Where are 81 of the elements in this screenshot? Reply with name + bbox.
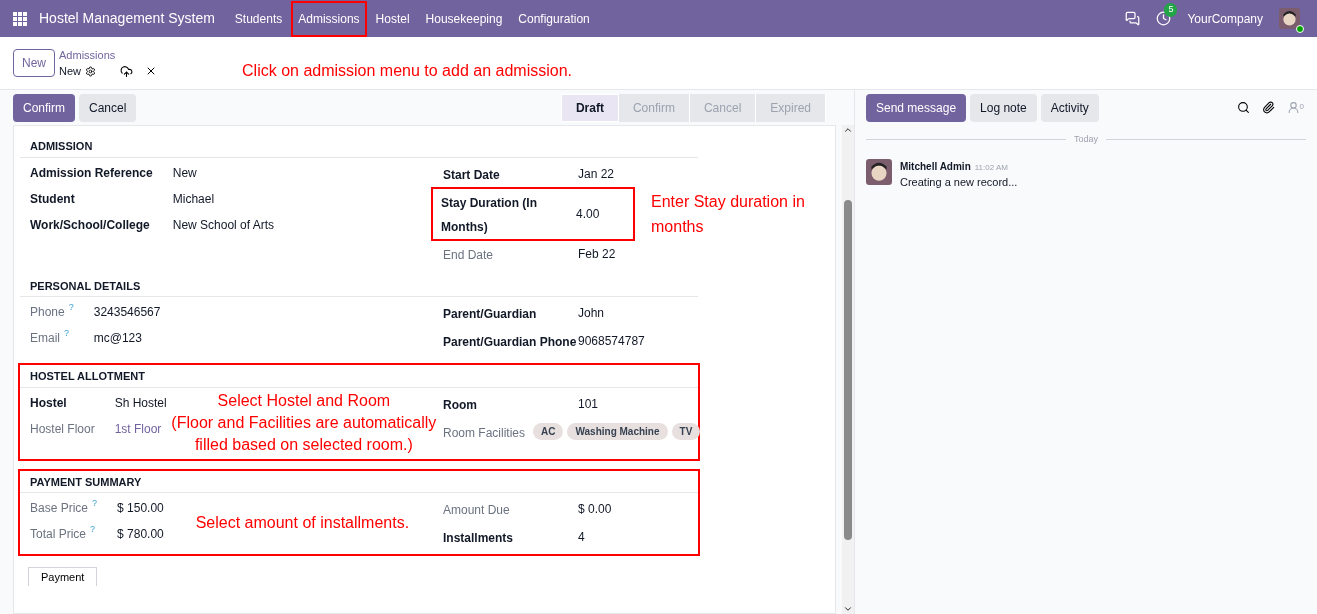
date-separator: Today <box>1073 133 1099 146</box>
author-avatar <box>866 158 892 185</box>
field-label: Parent/Guardian Phone <box>443 335 577 349</box>
company-name[interactable]: YourCompany <box>1187 9 1263 28</box>
field-label: Base Price <box>30 500 89 517</box>
chatter-button[interactable]: Log note <box>970 93 1037 122</box>
settings-icon[interactable] <box>85 65 97 77</box>
field-label: Total Price <box>30 526 87 543</box>
field-value[interactable]: 1st Floor <box>114 419 162 438</box>
field-value[interactable]: Feb 22 <box>578 244 616 263</box>
annotation-text: Select Hostel and Room (Floor and Facilities are automatically filled based on selected room.) <box>171 390 437 455</box>
menu-item[interactable]: Housekeeping <box>418 0 510 37</box>
section-title: PERSONAL DETAILS <box>20 277 698 297</box>
menu-item[interactable]: Admissions <box>291 0 367 37</box>
action-button[interactable]: Confirm <box>13 93 75 122</box>
field-value[interactable]: New <box>172 163 197 182</box>
section-title: ADMISSION <box>20 138 698 158</box>
section-title: HOSTEL ALLOTMENT <box>20 368 698 388</box>
annotation-text: Click on admission menu to add an admission. <box>242 61 572 81</box>
scroll-down-icon[interactable] <box>843 604 853 614</box>
breadcrumb-current: New <box>59 64 82 79</box>
field-value[interactable]: 101 <box>578 394 599 413</box>
field-value[interactable]: Jan 22 <box>578 164 615 183</box>
facility-tag: Washing Machine <box>567 423 668 440</box>
follower-count: 0 <box>1299 101 1304 113</box>
facility-tag: AC <box>533 423 564 440</box>
field-label: Amount Due <box>443 503 510 517</box>
message-time: 11:02 AM <box>974 161 1008 174</box>
clock-icon[interactable] <box>1156 11 1172 26</box>
field-value[interactable]: mc@123 <box>93 329 142 347</box>
paperclip-icon[interactable] <box>1261 101 1275 114</box>
field-label: Installments <box>443 531 514 545</box>
field-label: Email <box>30 330 60 347</box>
facility-tag: TV <box>671 423 701 440</box>
menu-item[interactable]: Configuration <box>511 0 597 37</box>
chatter-button[interactable]: Activity <box>1040 93 1099 122</box>
field-label: Parent/Guardian <box>443 307 537 321</box>
breadcrumb-link[interactable]: Admissions <box>59 46 158 63</box>
save-icon[interactable] <box>120 64 134 78</box>
field-value[interactable]: 3243546567 <box>93 303 161 321</box>
annotation-text: Enter Stay duration in months <box>651 191 806 237</box>
new-button[interactable]: New <box>13 49 55 77</box>
field-label: Stay Duration (In Months) <box>441 195 537 234</box>
message-author: Mitchell Admin <box>900 159 971 174</box>
chatter-button[interactable]: Send message <box>866 93 967 122</box>
status-stage[interactable]: Draft <box>560 93 619 122</box>
field-label: Phone <box>30 304 65 321</box>
field-label: Start Date <box>443 167 500 182</box>
field-value[interactable]: $ 780.00 <box>117 525 164 543</box>
notebook-tab[interactable]: Payment <box>28 567 98 586</box>
field-value[interactable]: $ 150.00 <box>117 499 164 517</box>
chat-icon[interactable] <box>1125 11 1141 26</box>
field-value[interactable]: John <box>578 304 605 322</box>
field-label: Room <box>443 397 477 412</box>
search-icon[interactable] <box>1236 101 1250 114</box>
activity-badge: 5 <box>1164 3 1178 17</box>
field-value[interactable]: Sh Hostel <box>114 393 167 412</box>
annotation-text: Select amount of installments. <box>195 513 410 533</box>
field-label: Hostel Floor <box>30 420 95 438</box>
field-label: Room Facilities <box>443 425 526 440</box>
action-button[interactable]: Cancel <box>79 93 137 122</box>
field-value[interactable]: New School of Arts <box>172 215 275 234</box>
section-title: PAYMENT SUMMARY <box>20 473 698 493</box>
menu-item[interactable]: Students <box>227 0 290 37</box>
field-label: Hostel <box>30 394 67 412</box>
field-label: Admission Reference <box>30 164 153 182</box>
field-value[interactable]: 4 <box>578 528 585 546</box>
field-value[interactable]: Michael <box>172 189 215 208</box>
field-label: Student <box>30 190 75 208</box>
message-body: Creating a new record... <box>900 174 1018 190</box>
field-value[interactable]: 4.00 <box>576 204 600 223</box>
apps-grid-icon[interactable] <box>13 11 27 26</box>
app-title[interactable]: Hostel Management System <box>39 8 215 29</box>
field-label: Work/School/College <box>30 216 150 234</box>
field-value[interactable]: $ 0.00 <box>578 500 612 518</box>
scrollbar-thumb[interactable] <box>844 199 852 540</box>
user-avatar <box>1279 8 1300 29</box>
scroll-up-icon[interactable] <box>843 125 853 135</box>
menu-item[interactable]: Hostel <box>368 0 417 37</box>
field-value[interactable]: 9068574787 <box>578 332 645 350</box>
field-label: End Date <box>443 247 494 262</box>
